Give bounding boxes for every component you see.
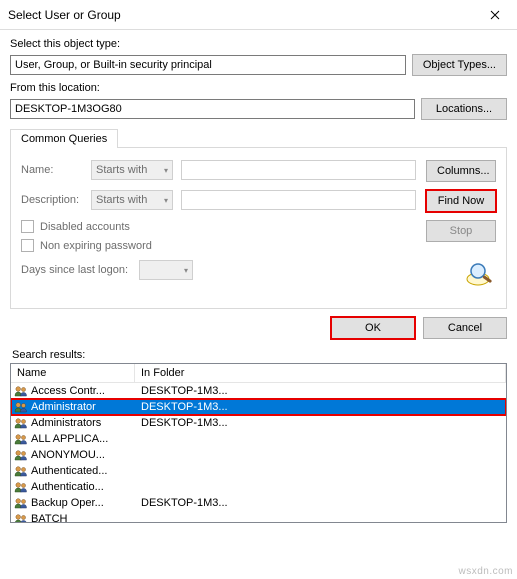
- name-input: [181, 160, 416, 180]
- location-field[interactable]: [10, 99, 415, 119]
- row-name: Administrator: [31, 401, 137, 413]
- query-panel: Name: Starts with ▾ Description: Starts …: [10, 147, 507, 309]
- name-label: Name:: [21, 164, 83, 176]
- ok-button[interactable]: OK: [331, 317, 415, 339]
- group-icon: [13, 448, 29, 462]
- object-types-button[interactable]: Object Types...: [412, 54, 507, 76]
- results-row[interactable]: BATCH: [11, 511, 506, 523]
- row-name: Authenticated...: [31, 465, 137, 477]
- checkbox-icon: [21, 239, 34, 252]
- description-label: Description:: [21, 194, 83, 206]
- days-since-logon-select: ▾: [139, 260, 193, 280]
- description-mode-select: Starts with ▾: [91, 190, 173, 210]
- find-now-button[interactable]: Find Now: [426, 190, 496, 212]
- results-row[interactable]: Backup Oper...DESKTOP-1M3...: [11, 495, 506, 511]
- row-name: ANONYMOU...: [31, 449, 137, 461]
- description-mode-value: Starts with: [96, 194, 147, 206]
- row-name: Authenticatio...: [31, 481, 137, 493]
- disabled-accounts-label: Disabled accounts: [40, 221, 130, 233]
- stop-button: Stop: [426, 220, 496, 242]
- results-list[interactable]: Name In Folder Access Contr...DESKTOP-1M…: [10, 363, 507, 523]
- window-title: Select User or Group: [8, 8, 473, 22]
- column-name[interactable]: Name: [11, 364, 135, 382]
- locations-button[interactable]: Locations...: [421, 98, 507, 120]
- group-icon: [13, 432, 29, 446]
- tab-common-queries[interactable]: Common Queries: [10, 129, 118, 148]
- row-folder: DESKTOP-1M3...: [137, 417, 506, 429]
- results-row[interactable]: Access Contr...DESKTOP-1M3...: [11, 383, 506, 399]
- watermark: wsxdn.com: [458, 566, 513, 577]
- group-icon: [13, 464, 29, 478]
- row-name: BATCH: [31, 513, 137, 523]
- location-label: From this location:: [10, 82, 507, 94]
- non-expiring-checkbox: Non expiring password: [21, 239, 416, 252]
- close-icon: [490, 10, 500, 20]
- name-mode-value: Starts with: [96, 164, 147, 176]
- object-type-field[interactable]: [10, 55, 406, 75]
- column-in-folder[interactable]: In Folder: [135, 364, 506, 382]
- group-icon: [13, 384, 29, 398]
- results-row[interactable]: Authenticated...: [11, 463, 506, 479]
- name-mode-select: Starts with ▾: [91, 160, 173, 180]
- object-type-label: Select this object type:: [10, 38, 507, 50]
- group-icon: [13, 496, 29, 510]
- results-row[interactable]: AdministratorDESKTOP-1M3...: [11, 399, 506, 415]
- close-button[interactable]: [473, 0, 517, 30]
- chevron-down-icon: ▾: [164, 166, 168, 175]
- chevron-down-icon: ▾: [164, 196, 168, 205]
- search-graphic-icon: [464, 259, 496, 290]
- checkbox-icon: [21, 220, 34, 233]
- results-row[interactable]: ANONYMOU...: [11, 447, 506, 463]
- non-expiring-label: Non expiring password: [40, 240, 152, 252]
- results-row[interactable]: AdministratorsDESKTOP-1M3...: [11, 415, 506, 431]
- row-folder: DESKTOP-1M3...: [137, 401, 506, 413]
- row-name: Administrators: [31, 417, 137, 429]
- row-name: Backup Oper...: [31, 497, 137, 509]
- titlebar: Select User or Group: [0, 0, 517, 30]
- dialog-content: Select this object type: Object Types...…: [0, 30, 517, 529]
- group-icon: [13, 512, 29, 523]
- chevron-down-icon: ▾: [184, 266, 188, 275]
- description-input: [181, 190, 416, 210]
- row-name: Access Contr...: [31, 385, 137, 397]
- results-row[interactable]: Authenticatio...: [11, 479, 506, 495]
- row-name: ALL APPLICA...: [31, 433, 137, 445]
- group-icon: [13, 480, 29, 494]
- results-row[interactable]: ALL APPLICA...: [11, 431, 506, 447]
- query-tabs: Common Queries Name: Starts with ▾ Descr…: [10, 128, 507, 309]
- group-icon: [13, 400, 29, 414]
- disabled-accounts-checkbox: Disabled accounts: [21, 220, 416, 233]
- days-since-logon-label: Days since last logon:: [21, 264, 131, 276]
- columns-button[interactable]: Columns...: [426, 160, 496, 182]
- search-results-label: Search results:: [12, 349, 507, 361]
- cancel-button[interactable]: Cancel: [423, 317, 507, 339]
- group-icon: [13, 416, 29, 430]
- row-folder: DESKTOP-1M3...: [137, 497, 506, 509]
- results-header[interactable]: Name In Folder: [11, 364, 506, 383]
- row-folder: DESKTOP-1M3...: [137, 385, 506, 397]
